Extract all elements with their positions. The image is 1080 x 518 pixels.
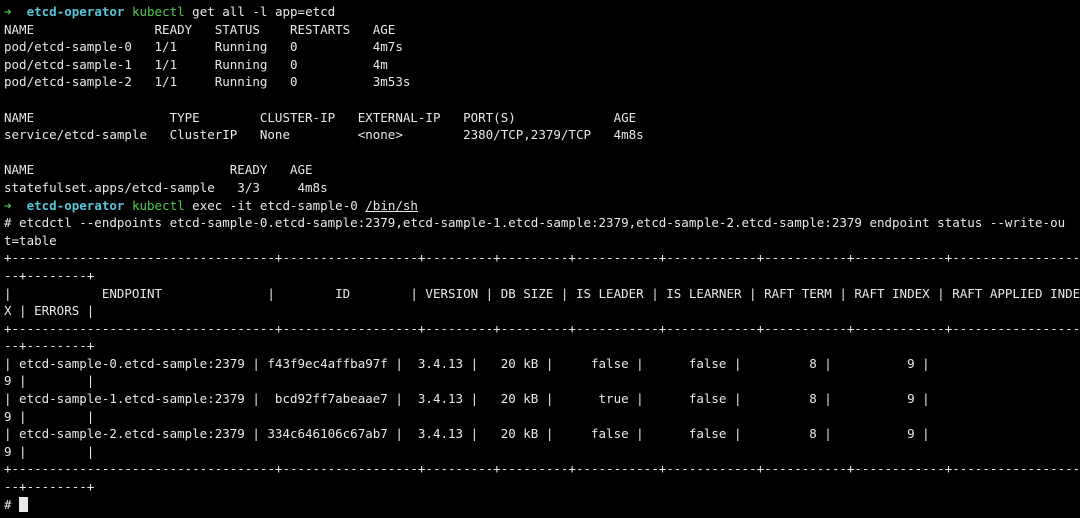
shell-prompt-line[interactable]: # [4,496,1080,514]
etcdctl-command-wrap: t=table [4,232,57,248]
table-border-wrap: --+--------+ [4,479,95,495]
command-args: get all -l app=etcd [184,4,336,19]
table-row: | etcd-sample-0.etcd-sample:2379 | f43f9… [4,355,930,371]
terminal-window[interactable]: ➜ etcd-operator kubectl get all -l app=e… [0,0,1080,518]
table-header-wrap: X | ERRORS | [4,303,95,319]
table-border-wrap: --+--------+ [4,267,95,283]
prompt-directory: etcd-operator [26,4,125,19]
shell-prompt-symbol: # [4,496,20,512]
statefulsets-header: NAME READY AGE [4,162,313,178]
table-border-wrap: --+--------+ [4,338,95,354]
shell-path: /bin/sh [365,197,418,213]
table-border: +-----------------------------------+---… [4,320,1080,336]
command-name: kubectl [131,4,185,19]
command-name: kubectl [131,197,185,213]
table-row-wrap: 9 | | [4,443,95,459]
table-row-wrap: 9 | | [4,373,95,389]
table-header: | ENDPOINT | ID | VERSION | DB SIZE | IS… [4,285,1080,301]
table-border: +-----------------------------------+---… [4,250,1080,266]
table-border: +-----------------------------------+---… [4,461,1080,477]
pod-row: pod/etcd-sample-0 1/1 Running 0 4m7s [4,39,403,55]
etcdctl-command: # etcdctl --endpoints etcd-sample-0.etcd… [4,215,1066,231]
prompt-arrow-icon: ➜ [4,4,12,19]
table-row: | etcd-sample-2.etcd-sample:2379 | 334c6… [4,426,930,442]
pods-header: NAME READY STATUS RESTARTS AGE [4,21,396,37]
table-row-wrap: 9 | | [4,408,95,424]
prompt-line: ➜ etcd-operator kubectl exec -it etcd-sa… [4,197,1080,215]
prompt-directory: etcd-operator [26,197,125,213]
terminal-output: ➜ etcd-operator kubectl get all -l app=e… [4,3,1080,513]
service-row: service/etcd-sample ClusterIP None <none… [4,127,644,143]
services-header: NAME TYPE CLUSTER-IP EXTERNAL-IP PORT(S)… [4,109,637,125]
table-row: | etcd-sample-1.etcd-sample:2379 | bcd92… [4,391,930,407]
prompt-line: ➜ etcd-operator kubectl get all -l app=e… [4,3,1080,21]
prompt-arrow-icon: ➜ [4,197,12,213]
statefulset-row: statefulset.apps/etcd-sample 3/3 4m8s [4,179,328,195]
pod-row: pod/etcd-sample-2 1/1 Running 0 3m53s [4,74,411,90]
text-cursor [19,496,29,512]
pod-row: pod/etcd-sample-1 1/1 Running 0 4m [4,56,388,72]
command-args: exec -it etcd-sample-0 [184,197,366,213]
